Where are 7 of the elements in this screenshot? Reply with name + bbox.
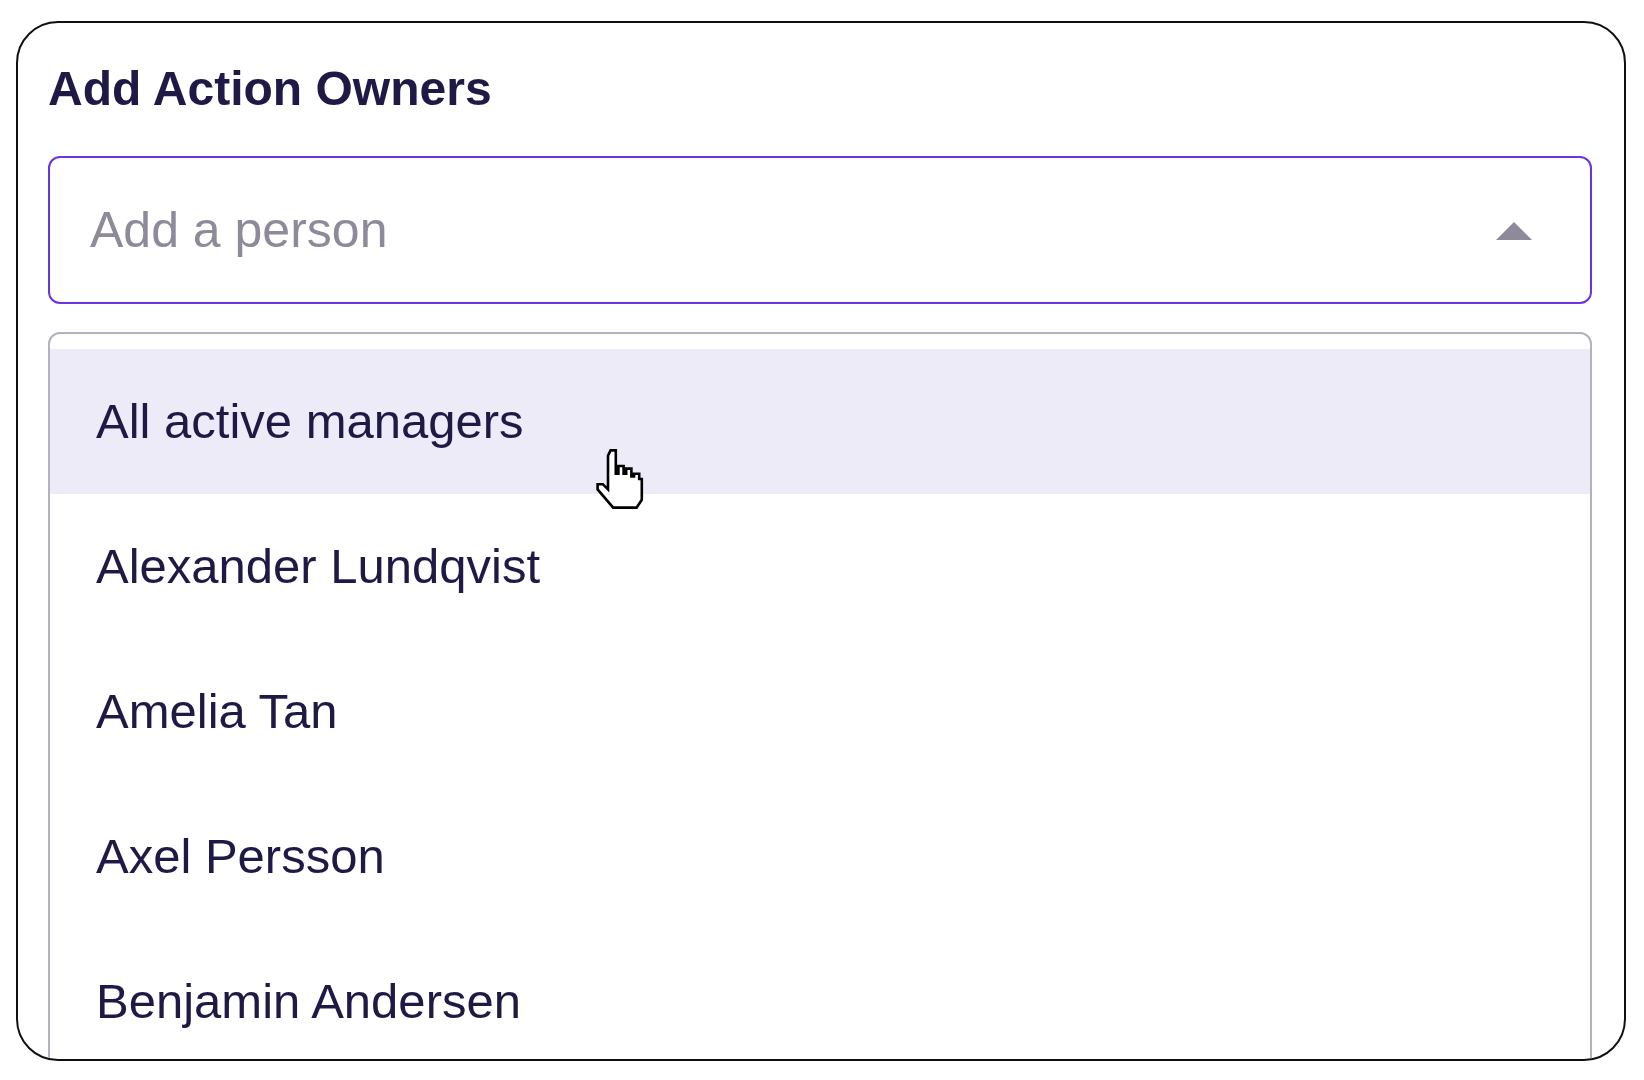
caret-icon [1496,219,1532,240]
dialog-title: Add Action Owners [48,63,493,116]
dropdown-option[interactable]: Amelia Tan [50,638,1590,784]
dropdown-option[interactable]: Benjamin Andersen [50,928,1590,1059]
dropdown-option[interactable]: Alexander Lundqvist [50,493,1590,639]
dropdown-option[interactable]: Axel Persson [50,783,1590,929]
person-select-field[interactable]: Add a person [48,155,1592,304]
